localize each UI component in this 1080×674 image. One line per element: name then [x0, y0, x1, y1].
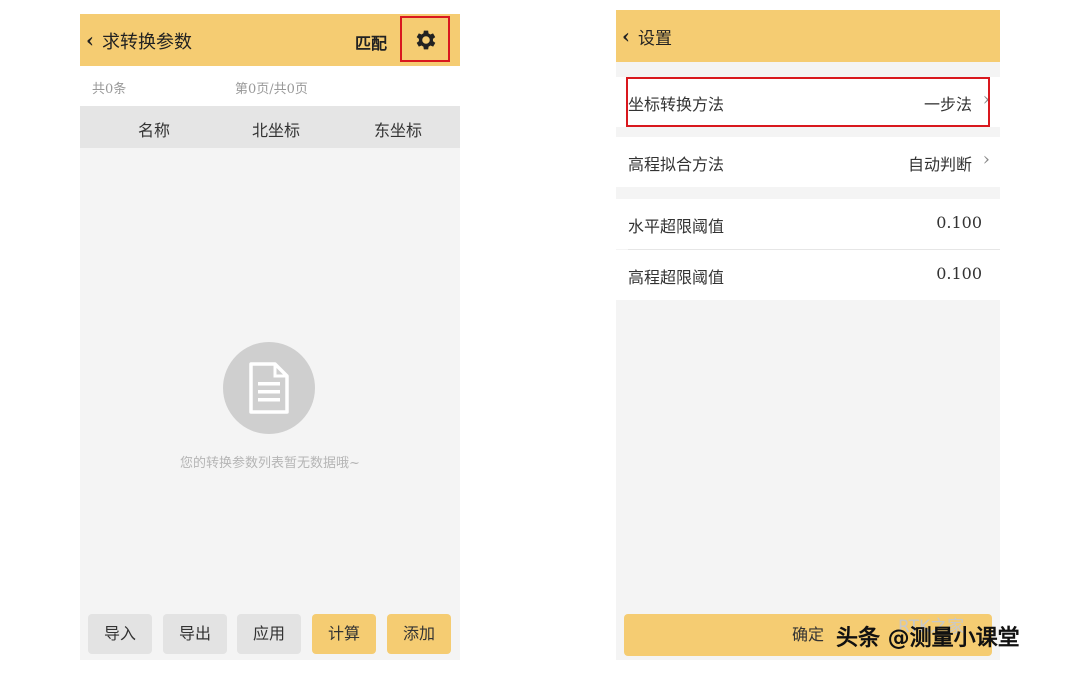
right-header: ‹ 设置 [616, 10, 1000, 62]
add-button[interactable]: 添加 [387, 614, 451, 654]
record-count: 共0条 [92, 82, 127, 97]
setting-row-height-fitting[interactable]: 高程拟合方法 自动判断 › [616, 137, 1000, 187]
empty-state [223, 342, 315, 434]
setting-value: 自动判断 [907, 155, 972, 174]
column-name: 名称 [137, 121, 170, 140]
page-title: 设置 [638, 29, 672, 49]
setting-row-height-threshold[interactable]: 高程超限阈值 0.100 [616, 250, 1000, 300]
calculate-button[interactable]: 计算 [312, 614, 376, 654]
column-north: 北坐标 [251, 121, 300, 140]
chevron-right-icon: › [982, 149, 990, 170]
setting-row-horizontal-threshold[interactable]: 水平超限阈值 0.100 [616, 199, 1000, 249]
export-button[interactable]: 导出 [163, 614, 227, 654]
table-header: 名称 北坐标 东坐标 [80, 106, 460, 148]
highlight-box [626, 77, 990, 127]
watermark: 头条 @测量小课堂 [836, 626, 1020, 651]
gear-icon [416, 30, 436, 50]
match-button[interactable]: 匹配 [355, 30, 387, 54]
setting-label: 高程超限阈值 [628, 268, 725, 287]
setting-label: 高程拟合方法 [628, 155, 725, 174]
action-bar: 导入 导出 应用 计算 添加 [80, 606, 460, 660]
empty-message: 您的转换参数列表暂无数据哦~ [180, 456, 360, 471]
column-east: 东坐标 [373, 121, 422, 140]
document-icon [249, 362, 289, 414]
settings-screen: ‹ 设置 坐标转换方法 一步法 › 高程拟合方法 自动判断 › 水平超限阈值 0… [616, 10, 1000, 660]
import-button[interactable]: 导入 [88, 614, 152, 654]
list-info-bar: 共0条 第0页/共0页 [80, 66, 460, 106]
setting-value: 0.100 [936, 264, 982, 283]
back-button[interactable]: ‹ [86, 28, 94, 52]
settings-button[interactable] [400, 16, 450, 62]
page-indicator: 第0页/共0页 [235, 82, 308, 97]
left-header: ‹ 求转换参数 匹配 [80, 14, 460, 66]
page-title: 求转换参数 [102, 32, 192, 53]
back-button[interactable]: ‹ [622, 24, 630, 48]
apply-button[interactable]: 应用 [237, 614, 301, 654]
setting-label: 水平超限阈值 [628, 217, 725, 236]
transform-params-screen: ‹ 求转换参数 匹配 共0条 第0页/共0页 名称 北坐标 东坐标 您的转换参数… [80, 14, 460, 660]
setting-value: 0.100 [936, 213, 982, 232]
